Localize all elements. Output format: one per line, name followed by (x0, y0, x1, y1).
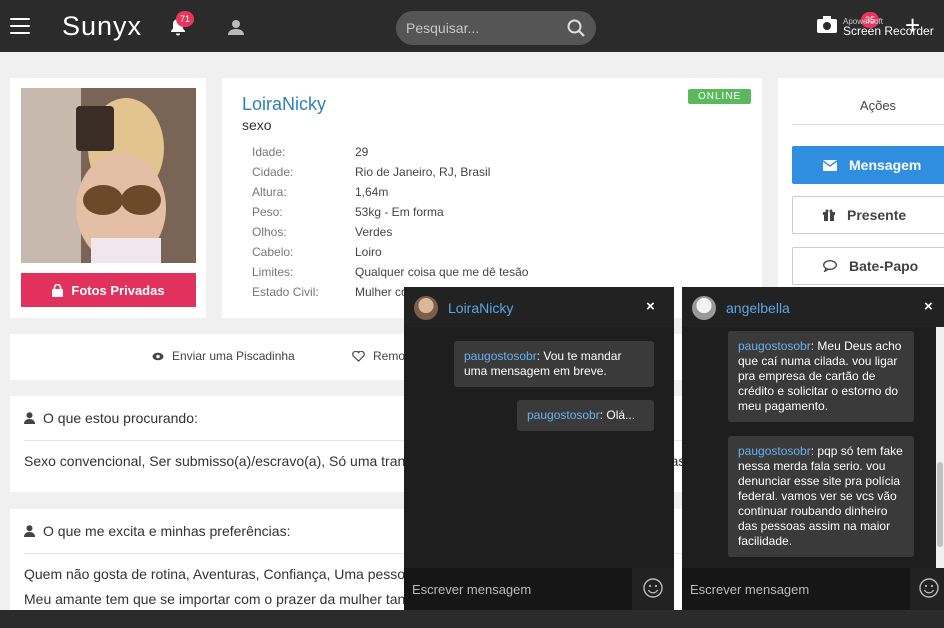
message-text: : pqp só tem fake nessa merda fala serio… (738, 444, 903, 548)
detail-label: Idade: (252, 145, 286, 159)
message-label: Mensagem (849, 157, 922, 173)
eye-icon (152, 352, 164, 360)
detail-value: Verdes (355, 225, 393, 239)
envelope-icon (823, 159, 837, 171)
section-title: O que me excita e minhas preferências: (24, 523, 290, 539)
emoji-button[interactable] (632, 568, 674, 610)
chat-message: paugostosobr: pqp só tem fake nessa merd… (728, 436, 914, 557)
profile-photo[interactable] (21, 88, 196, 263)
status-badge: ONLINE (688, 89, 752, 104)
actions-title: Ações (859, 98, 897, 113)
private-photos-label: Fotos Privadas (71, 282, 165, 298)
gift-label: Presente (847, 207, 907, 223)
section-title-text: O que estou procurando: (43, 410, 198, 426)
message-sender[interactable]: paugostosobr (738, 339, 811, 353)
chat-bubble-icon (823, 260, 837, 272)
search-box (396, 11, 596, 45)
lock-icon (52, 283, 64, 297)
chat-window-loiranicky: LoiraNicky × paugostosobr: Vou te mandar… (404, 287, 674, 610)
scrollbar-thumb[interactable] (937, 462, 943, 547)
user-icon (24, 525, 35, 537)
chat-input-bar (682, 568, 944, 610)
detail-value: Loiro (355, 245, 382, 259)
divider (792, 124, 944, 125)
chat-contact-name[interactable]: angelbella (726, 300, 790, 316)
chat-message: paugostosobr: Meu Deus acho que caí numa… (728, 331, 914, 422)
profile-name[interactable]: LoiraNicky (242, 94, 326, 115)
user-icon (24, 412, 35, 424)
message-sender[interactable]: paugostosobr (738, 444, 811, 458)
chat-header[interactable]: LoiraNicky × (404, 287, 674, 327)
profile-gender: sexo (242, 117, 272, 133)
search-icon[interactable] (566, 18, 586, 38)
gift-icon (823, 209, 835, 221)
close-icon[interactable]: × (646, 298, 655, 315)
preferences-line: Quem não gosta de rotina, Aventuras, Con… (24, 566, 413, 582)
search-input[interactable] (406, 11, 556, 45)
detail-label: Altura: (252, 185, 287, 199)
chat-window-angelbella: angelbella × paugostosobr: Meu Deus acho… (682, 287, 944, 610)
detail-value: 1,64m (355, 185, 389, 199)
chat-message-input[interactable] (690, 568, 890, 610)
message-button[interactable]: Mensagem (792, 146, 944, 184)
section-title: O que estou procurando: (24, 410, 198, 426)
chat-message-input[interactable] (412, 568, 622, 610)
logo[interactable]: Sunyx (62, 11, 142, 42)
notification-badge: 71 (176, 11, 194, 27)
smiley-icon (919, 578, 939, 598)
preferences-line: Meu amante tem que se importar com o pra… (24, 591, 417, 607)
wink-link[interactable]: Enviar uma Piscadinha (152, 349, 295, 363)
private-photos-button[interactable]: Fotos Privadas (21, 273, 196, 307)
detail-row: Olhos: Verdes (252, 225, 692, 241)
chat-button[interactable]: Bate-Papo (792, 247, 944, 285)
detail-label: Cabelo: (252, 245, 294, 259)
avatar (414, 296, 438, 320)
detail-value: Rio de Janeiro, RJ, Brasil (355, 165, 491, 179)
heart-icon (352, 350, 365, 362)
menu-icon[interactable] (10, 18, 30, 34)
chat-contact-name[interactable]: LoiraNicky (448, 300, 513, 316)
top-navbar: Sunyx 71 35 Apowersoft Screen Recorder + (0, 0, 944, 52)
user-icon[interactable] (226, 17, 246, 37)
detail-value: 29 (355, 145, 369, 159)
chat-input-bar (404, 568, 674, 610)
add-icon[interactable]: + (905, 12, 920, 38)
chat-scrollbar[interactable] (936, 327, 944, 568)
detail-row: Idade: 29 (252, 145, 692, 161)
detail-label: Limites: (252, 265, 294, 279)
detail-row: Altura: 1,64m (252, 185, 692, 201)
detail-row: Cidade: Rio de Janeiro, RJ, Brasil (252, 165, 692, 181)
detail-label: Cidade: (252, 165, 294, 179)
chat-label: Bate-Papo (849, 258, 919, 274)
avatar (692, 296, 716, 320)
emoji-button[interactable] (910, 568, 944, 610)
detail-label: Estado Civil: (252, 285, 319, 299)
detail-row: Peso: 53kg - Em forma (252, 205, 692, 221)
chat-message: paugostosobr: Olá... (517, 400, 654, 431)
section-title-text: O que me excita e minhas preferências: (43, 523, 291, 539)
gift-button[interactable]: Presente (792, 196, 944, 234)
message-text: : Olá... (599, 408, 636, 422)
detail-label: Peso: (252, 205, 283, 219)
footer-bar (0, 610, 944, 628)
detail-row: Limites: Qualquer coisa que me dê tesão (252, 265, 692, 281)
detail-label: Olhos: (252, 225, 287, 239)
chat-header[interactable]: angelbella × (682, 287, 944, 327)
camera-icon[interactable] (816, 14, 838, 37)
smiley-icon (643, 578, 663, 598)
message-sender[interactable]: paugostosobr (527, 408, 600, 422)
detail-value: Qualquer coisa que me dê tesão (355, 265, 529, 279)
detail-row: Cabelo: Loiro (252, 245, 692, 261)
chat-message: paugostosobr: Vou te mandar uma mensagem… (454, 341, 654, 387)
close-icon[interactable]: × (924, 298, 933, 315)
wink-label: Enviar uma Piscadinha (172, 349, 295, 363)
detail-value: 53kg - Em forma (355, 205, 444, 219)
message-sender[interactable]: paugostosobr (464, 349, 537, 363)
